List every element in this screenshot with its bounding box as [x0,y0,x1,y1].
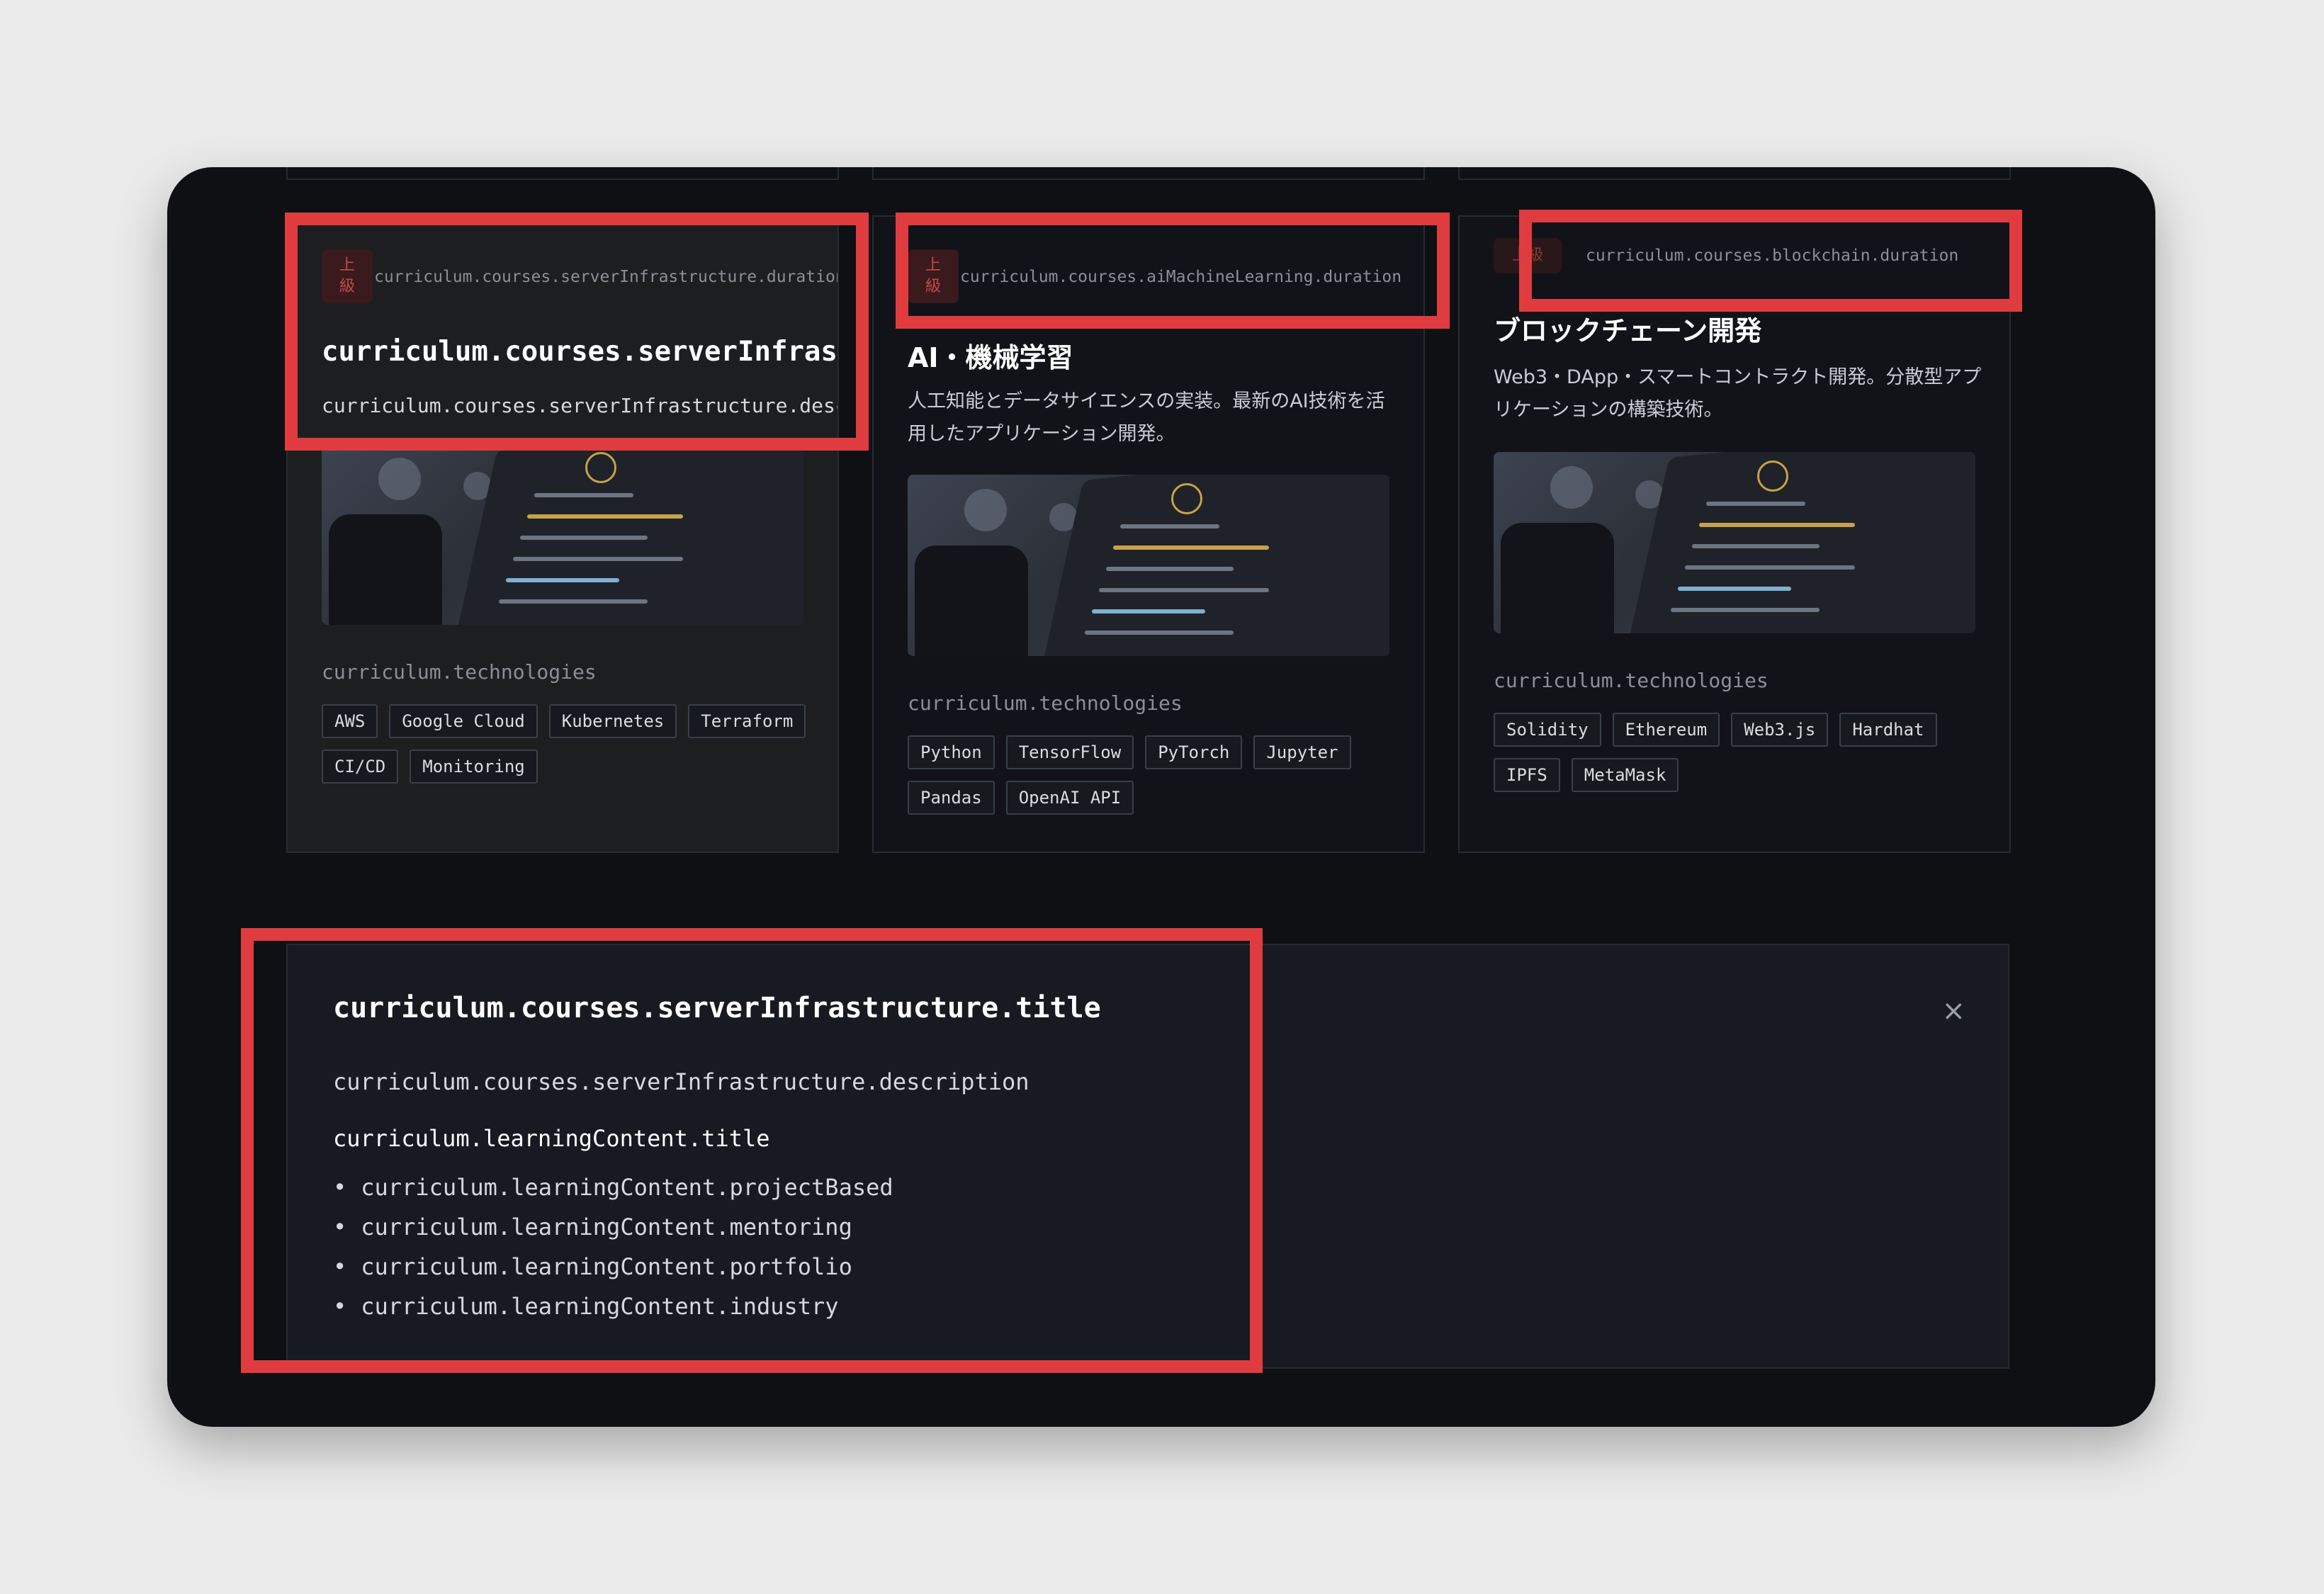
tech-tag: AWS [322,704,378,738]
tech-tag: Ethereum [1612,713,1720,747]
course-description: curriculum.courses.serverInfrastructure.… [322,394,837,417]
course-duration: curriculum.courses.aiMachineLearning.dur… [960,268,1402,286]
card-edge [872,167,1425,180]
tech-tag: Pandas [908,781,995,815]
close-button[interactable]: × [1941,995,1965,1027]
card-edge [286,167,839,180]
tech-tag: TensorFlow [1005,735,1134,769]
technologies-label: curriculum.technologies [322,660,597,684]
tech-tag: PyTorch [1145,735,1243,769]
learning-content-title: curriculum.learningContent.title [333,1125,770,1152]
course-thumbnail [908,475,1389,656]
course-thumbnail [1494,452,1975,633]
tech-tag: Jupyter [1253,735,1351,769]
course-description: 人工知能とデータサイエンスの実装。最新のAI技術を活用したアプリケーション開発。 [908,390,1385,445]
technologies-label: curriculum.technologies [908,691,1183,715]
tech-tag: Hardhat [1839,713,1937,747]
course-detail-panel: curriculum.courses.serverInfrastructure.… [286,944,2009,1369]
tech-tag-list: AWS Google Cloud Kubernetes Terraform CI… [322,704,818,784]
tech-tag: Solidity [1494,713,1601,747]
course-card-ai-machine-learning[interactable]: 上 級 curriculum.courses.aiMachineLearning… [872,215,1425,853]
level-badge: 上 級 [908,249,959,303]
tech-tag: OpenAI API [1005,781,1134,815]
app-window: 上 級 curriculum.courses.serverInfrastruct… [167,167,2155,1427]
tech-tag: Terraform [688,704,806,738]
course-duration: curriculum.courses.serverInfrastructure.… [374,268,839,286]
tech-tag: Python [908,735,995,769]
course-duration: curriculum.courses.blockchain.duration [1586,247,1959,265]
card-header: 上 級 curriculum.courses.serverInfrastruct… [322,249,837,303]
level-badge: 上 級 [322,249,373,303]
tech-tag: Google Cloud [389,704,538,738]
tech-tag: MetaMask [1571,758,1679,792]
tech-tag-list: Solidity Ethereum Web3.js Hardhat IPFS M… [1494,713,1990,792]
course-thumbnail [322,443,803,625]
tech-tag: IPFS [1494,758,1560,792]
tech-tag: Kubernetes [548,704,677,738]
course-title: curriculum.courses.serverInfrastructure.… [322,336,837,368]
tech-tag: Web3.js [1731,713,1829,747]
tech-tag: Monitoring [410,750,538,784]
level-badge: 上級 [1494,238,1562,273]
card-edge [1458,167,2011,180]
tech-tag-list: Python TensorFlow PyTorch Jupyter Pandas… [908,735,1404,815]
detail-description: curriculum.courses.serverInfrastructure.… [333,1068,1030,1095]
course-description: Web3・DApp・スマートコントラクト開発。分散型アプリケーションの構築技術。 [1494,366,1982,421]
list-item: curriculum.learningContent.mentoring [333,1207,893,1247]
course-card-server-infrastructure[interactable]: 上 級 curriculum.courses.serverInfrastruct… [286,215,839,853]
course-card-blockchain[interactable]: 上級 curriculum.courses.blockchain.duratio… [1458,215,2011,853]
learning-content-list: curriculum.learningContent.projectBased … [333,1168,893,1326]
card-header: 上 級 curriculum.courses.aiMachineLearning… [908,249,1423,303]
list-item: curriculum.learningContent.portfolio [333,1247,893,1287]
technologies-label: curriculum.technologies [1494,669,1769,692]
card-header: 上級 curriculum.courses.blockchain.duratio… [1494,238,2009,292]
course-title: ブロックチェーン開発 [1494,315,1762,346]
list-item: curriculum.learningContent.projectBased [333,1168,893,1207]
tech-tag: CI/CD [322,750,399,784]
course-title: AI・機械学習 [908,342,1073,373]
list-item: curriculum.learningContent.industry [333,1287,893,1326]
detail-title: curriculum.courses.serverInfrastructure.… [333,992,1101,1024]
